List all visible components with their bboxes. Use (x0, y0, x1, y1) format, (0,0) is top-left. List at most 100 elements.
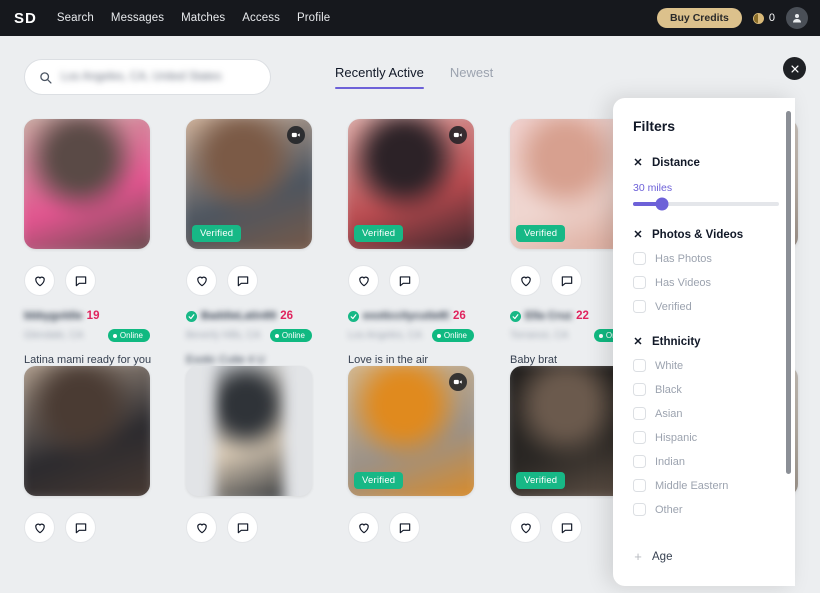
checkbox-other[interactable]: Other (633, 503, 779, 516)
close-filters-button[interactable] (783, 57, 806, 80)
profile-card[interactable] (24, 366, 186, 593)
buy-credits-button[interactable]: Buy Credits (656, 8, 742, 28)
like-button[interactable] (24, 265, 55, 296)
chat-bubble-icon (561, 275, 572, 286)
like-button[interactable] (186, 512, 217, 543)
avatar[interactable] (786, 7, 808, 29)
credits-indicator[interactable]: 0 (752, 12, 775, 24)
brand-logo[interactable]: SD (14, 10, 37, 27)
profile-photo[interactable]: Verified (186, 119, 312, 249)
filter-section-photos-videos[interactable]: ✕ Photos & Videos (633, 228, 779, 242)
nav-link-search[interactable]: Search (57, 12, 94, 24)
online-dot-icon (112, 333, 117, 338)
checkbox-middle-eastern[interactable]: Middle Eastern (633, 479, 779, 492)
message-button[interactable] (65, 512, 96, 543)
filter-section-age[interactable]: + Age (633, 549, 779, 564)
checkbox-black[interactable]: Black (633, 383, 779, 396)
distance-slider[interactable] (633, 197, 779, 211)
profile-card[interactable]: Verified exoticcitycutie89 26 Los Angeles, … (348, 119, 510, 366)
card-location-line: Glendale, CA Online (24, 329, 150, 342)
nav-link-access[interactable]: Access (242, 12, 280, 24)
page-body: Los Angeles, CA, United States Recently … (0, 36, 820, 593)
checkbox-middle-eastern-label: Middle Eastern (655, 479, 729, 492)
like-button[interactable] (186, 265, 217, 296)
online-status-label: Online (119, 331, 143, 340)
checkbox-has-videos[interactable]: Has Videos (633, 276, 779, 289)
nav-link-matches[interactable]: Matches (181, 12, 225, 24)
card-location: Beverly Hills, CA (186, 330, 261, 341)
checkbox-white[interactable]: White (633, 359, 779, 372)
verified-check-icon (186, 310, 197, 322)
profile-photo-image (24, 119, 150, 249)
profile-card[interactable] (186, 366, 348, 593)
tab-newest[interactable]: Newest (450, 65, 493, 89)
tab-recently-active[interactable]: Recently Active (335, 65, 424, 89)
profile-card[interactable]: bbbygoldie 19 Glendale, CA Online Latina mam… (24, 119, 186, 366)
distance-slider-thumb[interactable] (655, 197, 669, 211)
checkbox-icon (633, 276, 646, 289)
video-badge (449, 126, 467, 144)
message-button[interactable] (551, 265, 582, 296)
card-location-line (24, 576, 150, 589)
checkbox-icon (633, 431, 646, 444)
nav-link-profile[interactable]: Profile (297, 12, 330, 24)
message-button[interactable] (389, 512, 420, 543)
profile-photo[interactable]: Verified (348, 366, 474, 496)
filter-section-distance[interactable]: ✕ Distance (633, 156, 779, 170)
filters-content: Filters ✕ Distance 30 miles ✕ Photos & V… (613, 98, 795, 586)
like-button[interactable] (510, 265, 541, 296)
card-name-line: bbbygoldie 19 (24, 309, 186, 323)
checkbox-icon (633, 359, 646, 372)
profile-photo[interactable] (24, 119, 150, 249)
card-actions (348, 512, 510, 543)
card-username: BaddieLatin89 (201, 310, 277, 322)
filters-spacer (633, 516, 779, 527)
message-button[interactable] (227, 265, 258, 296)
card-meta (24, 556, 186, 593)
message-button[interactable] (65, 265, 96, 296)
checkbox-icon (633, 479, 646, 492)
online-status-label: Online (281, 331, 305, 340)
message-button[interactable] (551, 512, 582, 543)
card-location: Glendale, CA (24, 330, 84, 341)
card-actions (24, 265, 186, 296)
verified-badge: Verified (192, 225, 242, 242)
like-button[interactable] (24, 512, 55, 543)
like-button[interactable] (510, 512, 541, 543)
like-button[interactable] (348, 265, 379, 296)
card-actions (348, 265, 510, 296)
verified-badge: Verified (516, 225, 566, 242)
card-name-line (24, 556, 186, 570)
search-input[interactable]: Los Angeles, CA, United States (24, 59, 271, 95)
card-actions (186, 265, 348, 296)
checkbox-has-photos[interactable]: Has Photos (633, 252, 779, 265)
profile-card[interactable]: Verified (348, 366, 510, 593)
checkbox-hispanic[interactable]: Hispanic (633, 431, 779, 444)
checkbox-verified[interactable]: Verified (633, 300, 779, 313)
like-button[interactable] (348, 512, 379, 543)
verified-badge: Verified (354, 225, 404, 242)
filters-scrollbar[interactable] (786, 98, 791, 586)
card-actions (24, 512, 186, 543)
checkbox-has-photos-label: Has Photos (655, 252, 712, 265)
filter-section-photos-videos-label: Photos & Videos (652, 228, 744, 241)
message-button[interactable] (227, 512, 258, 543)
profile-photo-image (24, 366, 150, 496)
message-button[interactable] (389, 265, 420, 296)
profile-photo[interactable] (186, 366, 312, 496)
card-location-line (348, 576, 474, 589)
nav-link-messages[interactable]: Messages (111, 12, 164, 24)
card-tagline: Exotic Cutie 4 U (186, 354, 265, 366)
filters-panel: Filters ✕ Distance 30 miles ✕ Photos & V… (613, 98, 795, 586)
online-dot-icon (274, 333, 279, 338)
checkbox-indian[interactable]: Indian (633, 455, 779, 468)
card-username: bbbygoldie (24, 310, 83, 322)
filters-scrollbar-thumb[interactable] (786, 111, 791, 474)
profile-card[interactable]: Verified BaddieLatin89 26 Beverly Hills, CA… (186, 119, 348, 366)
profile-photo[interactable] (24, 366, 150, 496)
checkbox-indian-label: Indian (655, 455, 685, 468)
checkbox-asian[interactable]: Asian (633, 407, 779, 420)
profile-photo[interactable]: Verified (348, 119, 474, 249)
filter-section-ethnicity[interactable]: ✕ Ethnicity (633, 335, 779, 349)
online-dot-icon (436, 333, 441, 338)
